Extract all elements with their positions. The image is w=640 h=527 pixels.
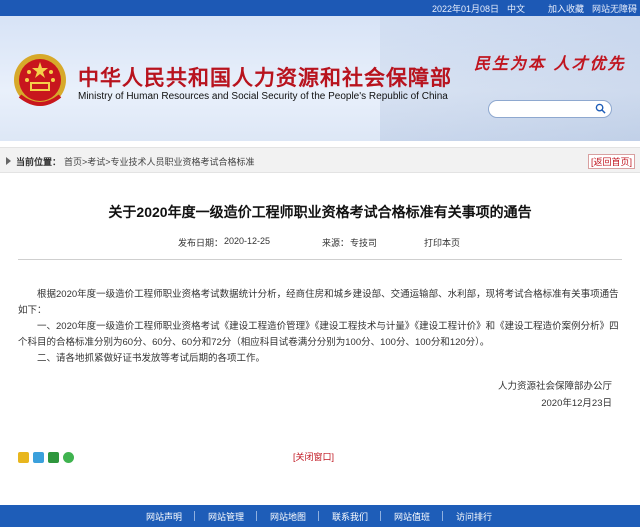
footer-link-sitemap[interactable]: 网站地图: [270, 510, 306, 523]
site-name-chinese[interactable]: 中华人民共和国人力资源和社会保障部: [78, 62, 452, 92]
breadcrumb-label: 当前位置：: [16, 157, 62, 167]
back-home-link[interactable]: [返回首页]: [588, 154, 636, 169]
breadcrumb-path[interactable]: 首页>考试>专业技术人员职业资格考试合格标准: [64, 155, 255, 168]
add-favorite-link[interactable]: 加入收藏: [548, 2, 584, 15]
qzone-share-icon[interactable]: [33, 452, 44, 463]
paragraph-3: 二、请各地抓紧做好证书发放等考试后期的各项工作。: [37, 353, 266, 364]
publish-date-label: 发布日期：: [178, 238, 224, 248]
wechat-share-icon[interactable]: [63, 452, 74, 463]
footer-link-ranking[interactable]: 访问排行: [456, 510, 492, 523]
footer-separator: [256, 511, 257, 521]
footer-separator: [318, 511, 319, 521]
breadcrumb: 当前位置： 首页>考试>专业技术人员职业资格考试合格标准 [返回首页]: [0, 147, 640, 173]
national-emblem-icon: [14, 54, 66, 106]
weibo-share-icon[interactable]: [18, 452, 29, 463]
footer-link-duty[interactable]: 网站值班: [394, 510, 430, 523]
breadcrumb-arrow-icon: [6, 157, 11, 165]
signature-date: 2020年12月23日: [541, 398, 612, 409]
article-title: 关于2020年度一级造价工程师职业资格考试合格标准有关事项的通告: [108, 204, 532, 220]
source-label: 来源：: [322, 238, 350, 248]
accessibility-link[interactable]: 网站无障碍: [592, 2, 637, 15]
top-utility-bar: 2022年01月08日 中文 加入收藏 网站无障碍: [0, 0, 640, 16]
paragraph-1: 根据2020年度一级造价工程师职业资格考试数据统计分析，经商住房和城乡建设部、交…: [18, 289, 619, 316]
source-value: 专技司: [350, 238, 378, 248]
site-name-english: Ministry of Human Resources and Social S…: [78, 91, 448, 102]
footer-separator: [442, 511, 443, 521]
signature-org: 人力资源社会保障部办公厅: [497, 381, 612, 392]
search-icon[interactable]: [595, 103, 606, 114]
print-page-link[interactable]: 打印本页: [424, 236, 460, 249]
douban-share-icon[interactable]: [48, 452, 59, 463]
divider: [18, 259, 622, 260]
language-link[interactable]: 中文: [507, 2, 525, 15]
close-window-link[interactable]: [关闭窗口]: [293, 450, 334, 463]
publish-date: 2020-12-25: [224, 236, 271, 246]
current-date: 2022年01月08日: [432, 4, 500, 14]
footer-link-contact[interactable]: 联系我们: [332, 510, 368, 523]
search-input[interactable]: [488, 100, 612, 118]
footer-separator: [380, 511, 381, 521]
site-banner: 中华人民共和国人力资源和社会保障部 Ministry of Human Reso…: [0, 16, 640, 141]
paragraph-2: 一、2020年度一级造价工程师职业资格考试《建设工程造价管理》《建设工程技术与计…: [18, 321, 619, 348]
article-body: 根据2020年度一级造价工程师职业资格考试数据统计分析，经商住房和城乡建设部、交…: [18, 287, 622, 367]
footer-link-statement[interactable]: 网站声明: [146, 510, 182, 523]
footer-separator: [194, 511, 195, 521]
footer-nav: 网站声明 网站管理 网站地图 联系我们 网站值班 访问排行: [0, 505, 640, 527]
footer-link-management[interactable]: 网站管理: [208, 510, 244, 523]
site-slogan: 民生为本 人才优先: [474, 54, 626, 73]
